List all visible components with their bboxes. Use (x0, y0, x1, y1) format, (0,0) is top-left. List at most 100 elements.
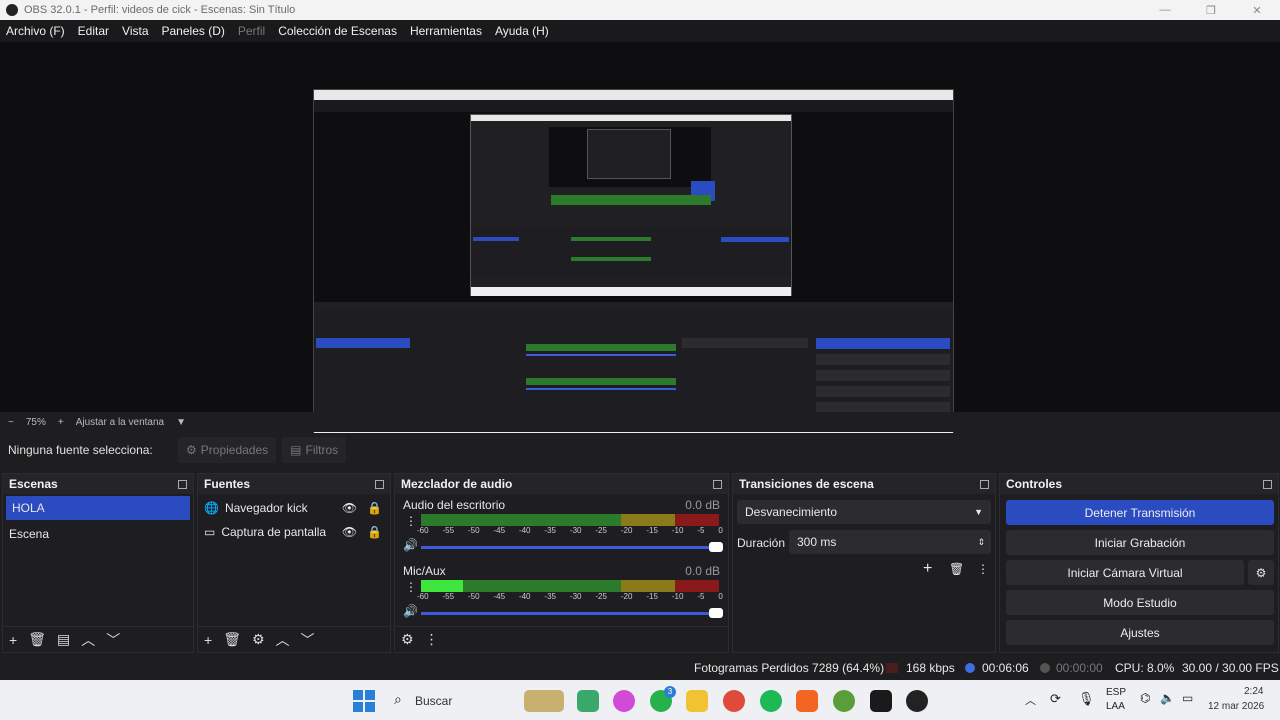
undock-icon[interactable] (713, 479, 722, 489)
source-item[interactable]: 🌐 Navegador kick 👁 🔒 (198, 496, 390, 520)
menu-paneles[interactable]: Paneles (D) (162, 24, 225, 38)
language-top[interactable]: ESP (1106, 687, 1126, 698)
start-virtual-camera-button[interactable]: Iniciar Cámara Virtual (1006, 560, 1244, 585)
maximize-icon[interactable]: ❐ (1188, 4, 1234, 17)
trash-icon[interactable]: 🗑 (223, 631, 241, 648)
menu-editar[interactable]: Editar (78, 24, 109, 38)
speaker-icon[interactable]: 🔊 (403, 604, 418, 618)
source-item[interactable]: ▭ Captura de pantalla 👁 🔒 (198, 520, 390, 544)
more-icon[interactable]: ⋮ (405, 514, 417, 528)
widgets-icon[interactable] (577, 690, 599, 712)
obs-taskbar-icon[interactable] (906, 690, 928, 712)
fit-window-label[interactable]: Ajustar a la ventana (76, 417, 164, 428)
search-icon[interactable]: ⌕ (394, 691, 402, 708)
weather-widget-icon[interactable] (524, 690, 564, 712)
slider-handle[interactable] (709, 542, 723, 552)
gear-icon[interactable]: ⚙ (252, 631, 265, 648)
trash-icon[interactable]: 🗑 (949, 562, 964, 576)
undock-icon[interactable] (375, 479, 384, 489)
meter-level (421, 580, 463, 592)
undock-icon[interactable] (1263, 479, 1272, 489)
filters-button[interactable]: ▤ Filtros (282, 437, 347, 463)
menu-vista[interactable]: Vista (122, 24, 148, 38)
meter-tick-label: -50 (467, 526, 480, 535)
kick-app-icon[interactable] (870, 690, 892, 712)
stop-stream-button[interactable]: Detener Transmisión (1006, 500, 1274, 525)
whatsapp-icon[interactable]: 3 (650, 686, 676, 712)
chrome-icon[interactable] (723, 690, 745, 712)
trash-icon[interactable]: 🗑 (28, 631, 46, 648)
minimize-icon[interactable]: — (1142, 4, 1188, 17)
channel-db: 0.0 dB (685, 564, 720, 578)
chevron-down-icon[interactable]: ▼ (176, 417, 186, 428)
menu-perfil[interactable]: Perfil (238, 24, 265, 38)
undock-icon[interactable] (980, 479, 989, 489)
lock-icon[interactable]: 🔒 (367, 501, 382, 515)
undock-icon[interactable] (178, 479, 187, 489)
zoom-out-button[interactable]: − (8, 417, 14, 428)
menu-coleccion-escenas[interactable]: Colección de Escenas (278, 24, 397, 38)
close-icon[interactable]: ✕ (1234, 4, 1280, 17)
meter-tick-label: -25 (595, 592, 607, 601)
settings-button[interactable]: Ajustes (1006, 620, 1274, 645)
chevron-up-icon[interactable]: ︿ (276, 630, 290, 650)
volume-icon[interactable]: 🔈 (1160, 691, 1175, 705)
scene-item[interactable]: HOLA (6, 496, 190, 520)
volume-slider[interactable] (421, 608, 723, 618)
speaker-icon[interactable]: 🔊 (403, 538, 418, 552)
spotify-icon[interactable] (760, 690, 782, 712)
studio-mode-button[interactable]: Modo Estudio (1006, 590, 1274, 615)
transition-select[interactable]: Desvanecimiento ▼ (737, 500, 991, 524)
chevron-down-icon[interactable]: ﹀ (301, 630, 315, 650)
slider-handle[interactable] (709, 608, 723, 618)
more-icon[interactable]: ⋮ (977, 562, 989, 576)
transition-selected: Desvanecimiento (745, 505, 838, 519)
title-bar: OBS 32.0.1 - Perfil: videos de cick - Es… (0, 0, 1280, 20)
meter-tick-label: -25 (595, 526, 607, 535)
menu-ayuda[interactable]: Ayuda (H) (495, 24, 549, 38)
zoom-in-button[interactable]: + (58, 417, 64, 428)
menu-archivo[interactable]: Archivo (F) (6, 24, 65, 38)
menu-herramientas[interactable]: Herramientas (410, 24, 482, 38)
more-icon[interactable]: ⋮ (405, 580, 417, 594)
sync-icon[interactable]: ⟳ (1050, 691, 1061, 707)
network-icon[interactable]: ⌬ (1140, 691, 1150, 705)
start-recording-button[interactable]: Iniciar Grabación (1006, 530, 1274, 555)
spin-arrows-icon[interactable]: ⇕ (977, 537, 985, 548)
volume-slider[interactable] (421, 542, 723, 552)
search-box[interactable]: Buscar (415, 694, 452, 708)
windows-start-icon[interactable] (353, 690, 375, 712)
copilot-icon[interactable] (613, 690, 635, 712)
clock-time[interactable]: 2:24 (1244, 686, 1263, 697)
add-icon[interactable]: + (204, 632, 212, 648)
app-icon[interactable] (796, 690, 818, 712)
file-explorer-icon[interactable] (686, 690, 708, 712)
scene-item[interactable]: Escena (3, 522, 193, 546)
preview-canvas[interactable] (313, 89, 954, 451)
more-icon[interactable]: ⋮ (425, 631, 439, 648)
virtual-camera-label: Iniciar Cámara Virtual (1067, 565, 1183, 580)
channel-db: 0.0 dB (685, 498, 720, 512)
add-icon[interactable]: + (9, 632, 17, 648)
start-recording-label: Iniciar Grabación (1094, 535, 1186, 550)
chevron-down-icon[interactable]: ﹀ (106, 630, 120, 650)
chrome-profile-icon[interactable] (833, 690, 855, 712)
properties-button[interactable]: ⚙ Propiedades (178, 437, 277, 463)
duration-input[interactable]: 300 ms ⇕ (789, 530, 991, 554)
zoom-value: 75% (25, 416, 46, 428)
language-bottom[interactable]: LAA (1106, 701, 1125, 712)
gear-icon[interactable]: ⚙ (401, 631, 414, 648)
chevron-up-icon[interactable]: ︿ (1025, 692, 1036, 708)
eye-icon[interactable]: 👁 (342, 525, 357, 539)
zoom-bar: − 75% + Ajustar a la ventana ▼ (0, 412, 1280, 432)
clock-date[interactable]: 12 mar 2026 (1208, 701, 1264, 712)
virtual-camera-settings-button[interactable]: ⚙ (1248, 560, 1274, 585)
lock-icon[interactable]: 🔒 (367, 525, 382, 539)
preview-area[interactable] (0, 42, 1280, 451)
chevron-up-icon[interactable]: ︿ (81, 630, 95, 650)
filter-icon[interactable]: ▤ (57, 631, 70, 648)
microphone-icon[interactable]: 🎙 (1078, 691, 1095, 707)
battery-icon[interactable]: ▭ (1182, 691, 1193, 705)
add-icon[interactable]: + (923, 560, 932, 578)
eye-icon[interactable]: 👁 (342, 501, 357, 515)
